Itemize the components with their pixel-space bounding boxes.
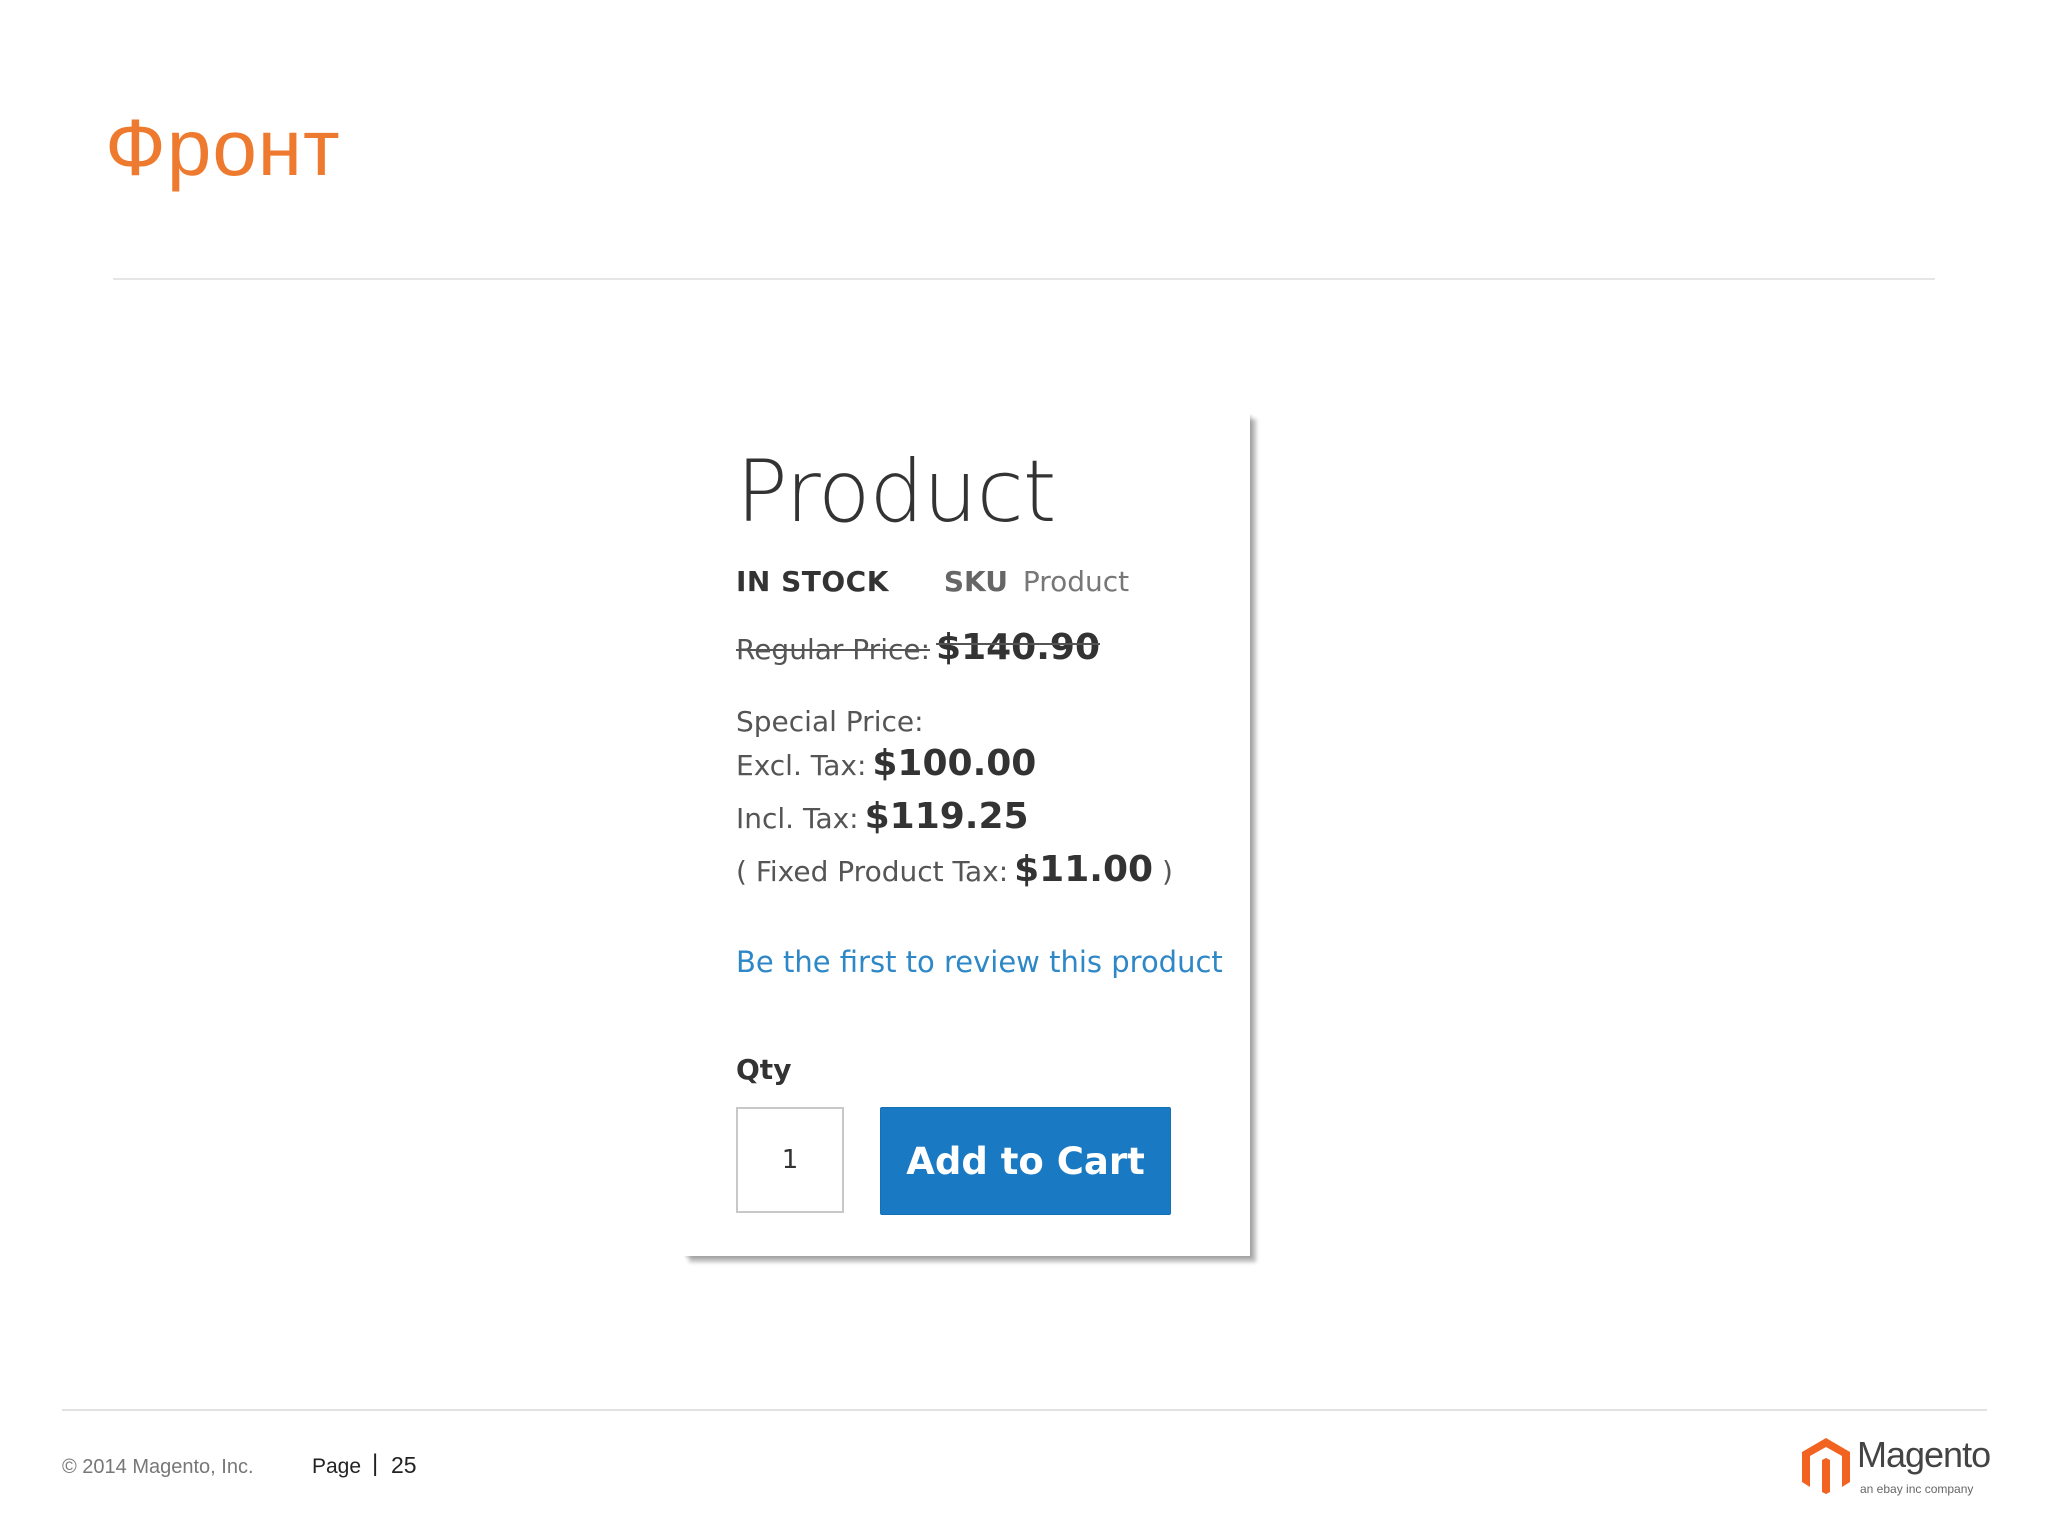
regular-price-label: Regular Price: (736, 633, 931, 666)
regular-price: Regular Price: $140.90 (736, 627, 1100, 668)
incl-tax-price: Incl. Tax: $119.25 (736, 796, 1029, 837)
qty-input[interactable] (736, 1107, 844, 1213)
fixed-tax-label: ( Fixed Product Tax: (736, 855, 1009, 888)
copyright-text: © 2014 Magento, Inc. (62, 1456, 254, 1478)
stock-status: IN STOCK (736, 565, 889, 598)
slide-title: Фронт (105, 103, 341, 192)
sku-value: Product (1022, 565, 1130, 598)
excl-tax-label: Excl. Tax: (736, 749, 867, 782)
footer-divider (62, 1409, 1987, 1411)
header-divider (113, 278, 1935, 280)
qty-label: Qty (736, 1053, 792, 1086)
page-separator: | (372, 1450, 379, 1477)
magento-logo: Magento an ebay inc company (1800, 1432, 1991, 1504)
fixed-tax-amount: $11.00 (1014, 849, 1154, 890)
logo-tagline: an ebay inc company (1860, 1482, 1974, 1496)
incl-tax-amount: $119.25 (864, 796, 1029, 837)
product-title: Product (736, 442, 1057, 542)
stock-sku-row: IN STOCK SKU Product (736, 565, 1129, 598)
fixed-product-tax: ( Fixed Product Tax: $11.00 ) (736, 849, 1173, 890)
excl-tax-price: Excl. Tax: $100.00 (736, 743, 1036, 784)
review-link[interactable]: Be the first to review this product (736, 945, 1223, 979)
sku-label: SKU (943, 565, 1008, 598)
incl-tax-label: Incl. Tax: (736, 802, 859, 835)
magento-logo-icon (1802, 1438, 1850, 1494)
logo-wordmark: Magento (1857, 1434, 1991, 1475)
add-to-cart-button[interactable]: Add to Cart (880, 1107, 1171, 1215)
product-info-card: Product IN STOCK SKU Product Regular Pri… (683, 413, 1250, 1256)
regular-price-amount: $140.90 (936, 627, 1100, 668)
special-price-label: Special Price: (736, 705, 924, 738)
fixed-tax-close: ) (1161, 855, 1173, 888)
page-number: 25 (391, 1452, 417, 1478)
page-label: Page (312, 1455, 362, 1478)
excl-tax-amount: $100.00 (872, 743, 1037, 784)
